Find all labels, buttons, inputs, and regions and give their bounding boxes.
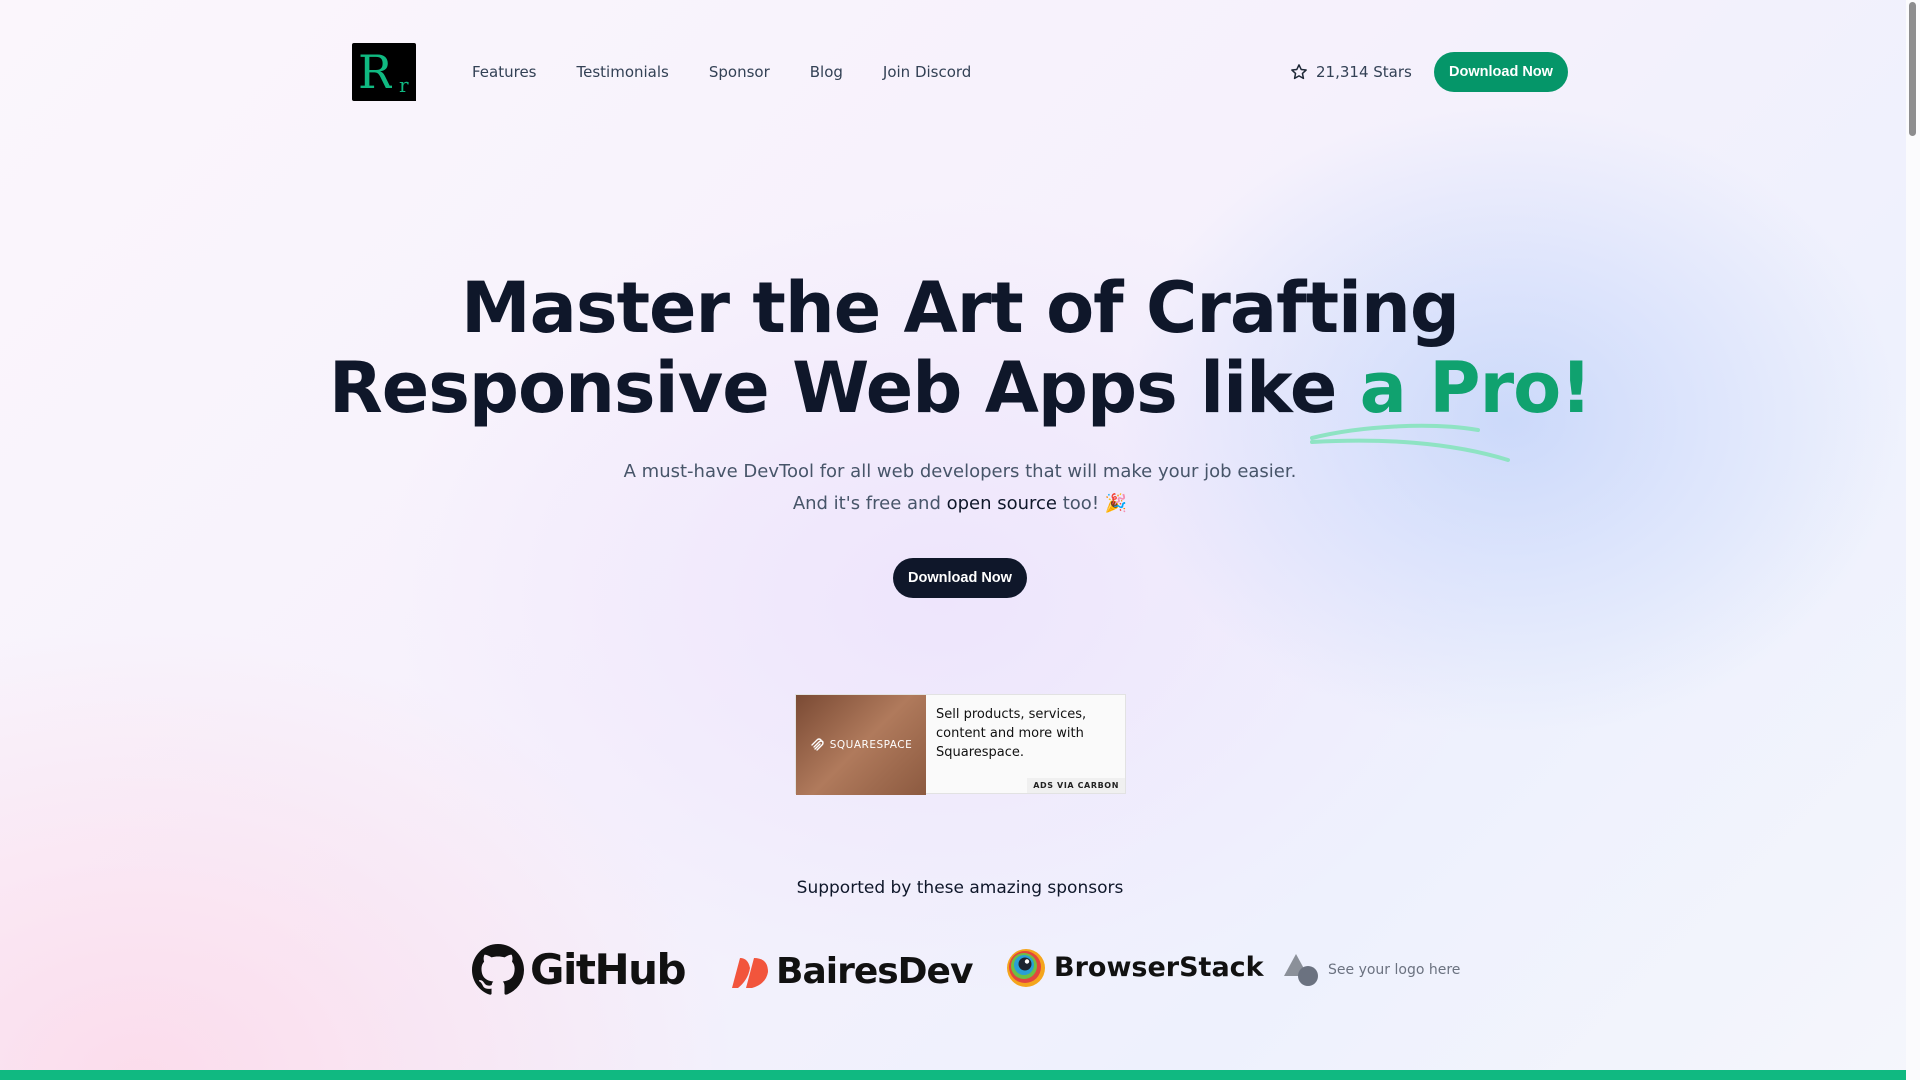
sponsor-placeholder[interactable]: See your logo here bbox=[1282, 952, 1460, 988]
carbon-ad[interactable]: SQUARESPACE Sell products, services, con… bbox=[795, 694, 1126, 795]
hero-subtitle-line1: A must-have DevTool for all web develope… bbox=[623, 461, 1297, 482]
hero-title-line2: Responsive Web Apps like a Pro! bbox=[0, 348, 1920, 428]
sponsor-browserstack-name: BrowserStack bbox=[1054, 952, 1264, 983]
site-header: R r Features Testimonials Sponsor Blog J… bbox=[0, 0, 1920, 145]
page-scrollbar[interactable] bbox=[1906, 0, 1920, 1080]
header-download-button[interactable]: Download Now bbox=[1434, 52, 1568, 92]
nav-sponsor[interactable]: Sponsor bbox=[709, 60, 770, 84]
hero-title-line2-prefix: Responsive Web Apps like bbox=[328, 347, 1360, 429]
logo-placeholder-icon bbox=[1284, 954, 1318, 986]
sponsor-bairesdev-name: BairesDev bbox=[776, 951, 973, 992]
ad-brand: SQUARESPACE bbox=[829, 739, 913, 751]
site-logo[interactable]: R r bbox=[352, 43, 416, 101]
sponsors-title: Supported by these amazing sponsors bbox=[796, 878, 1124, 898]
hero-download-button[interactable]: Download Now bbox=[893, 558, 1027, 598]
nav-blog[interactable]: Blog bbox=[810, 60, 843, 84]
main-nav: Features Testimonials Sponsor Blog Join … bbox=[472, 60, 1011, 84]
stars-count: 21,314 Stars bbox=[1316, 63, 1412, 81]
bottom-accent-bar bbox=[0, 1070, 1920, 1080]
browserstack-icon bbox=[1007, 949, 1045, 987]
ads-via-carbon[interactable]: ADS VIA CARBON bbox=[1027, 778, 1125, 793]
sponsor-browserstack[interactable]: BrowserStack bbox=[1006, 948, 1264, 988]
sponsor-placeholder-text: See your logo here bbox=[1328, 962, 1461, 978]
ad-text[interactable]: Sell products, services, content and mor… bbox=[936, 705, 1116, 762]
logo-letter-small: r bbox=[399, 73, 409, 97]
logo-small-box: r bbox=[394, 65, 414, 99]
bairesdev-icon bbox=[732, 958, 768, 988]
hero-subtitle-line2-prefix: And it's free and bbox=[792, 493, 947, 514]
sponsor-github-name: GitHub bbox=[530, 945, 687, 994]
open-source-text: open source bbox=[946, 493, 1058, 514]
squarespace-icon bbox=[811, 738, 824, 751]
sponsor-bairesdev[interactable]: BairesDev bbox=[730, 950, 973, 994]
hero-title-line1: Master the Art of Crafting bbox=[461, 267, 1460, 349]
nav-features[interactable]: Features bbox=[472, 60, 537, 84]
hero-subtitle-line2-suffix: too! 🎉 bbox=[1057, 493, 1128, 514]
ad-image[interactable]: SQUARESPACE bbox=[796, 695, 926, 795]
logo-letter-big: R bbox=[358, 45, 393, 99]
hero-subtitle-line2: And it's free and open source too! 🎉 bbox=[0, 488, 1920, 520]
hero-subtitle: A must-have DevTool for all web develope… bbox=[0, 456, 1920, 520]
github-stars-link[interactable]: 21,314 Stars bbox=[1290, 60, 1412, 84]
nav-testimonials[interactable]: Testimonials bbox=[577, 60, 669, 84]
scrollbar-thumb[interactable] bbox=[1909, 2, 1916, 136]
nav-join-discord[interactable]: Join Discord bbox=[883, 60, 971, 84]
github-icon bbox=[472, 944, 524, 995]
hero-title: Master the Art of Crafting Responsive We… bbox=[0, 268, 1920, 428]
sponsor-github[interactable]: GitHub bbox=[472, 944, 687, 996]
star-icon bbox=[1291, 64, 1307, 80]
